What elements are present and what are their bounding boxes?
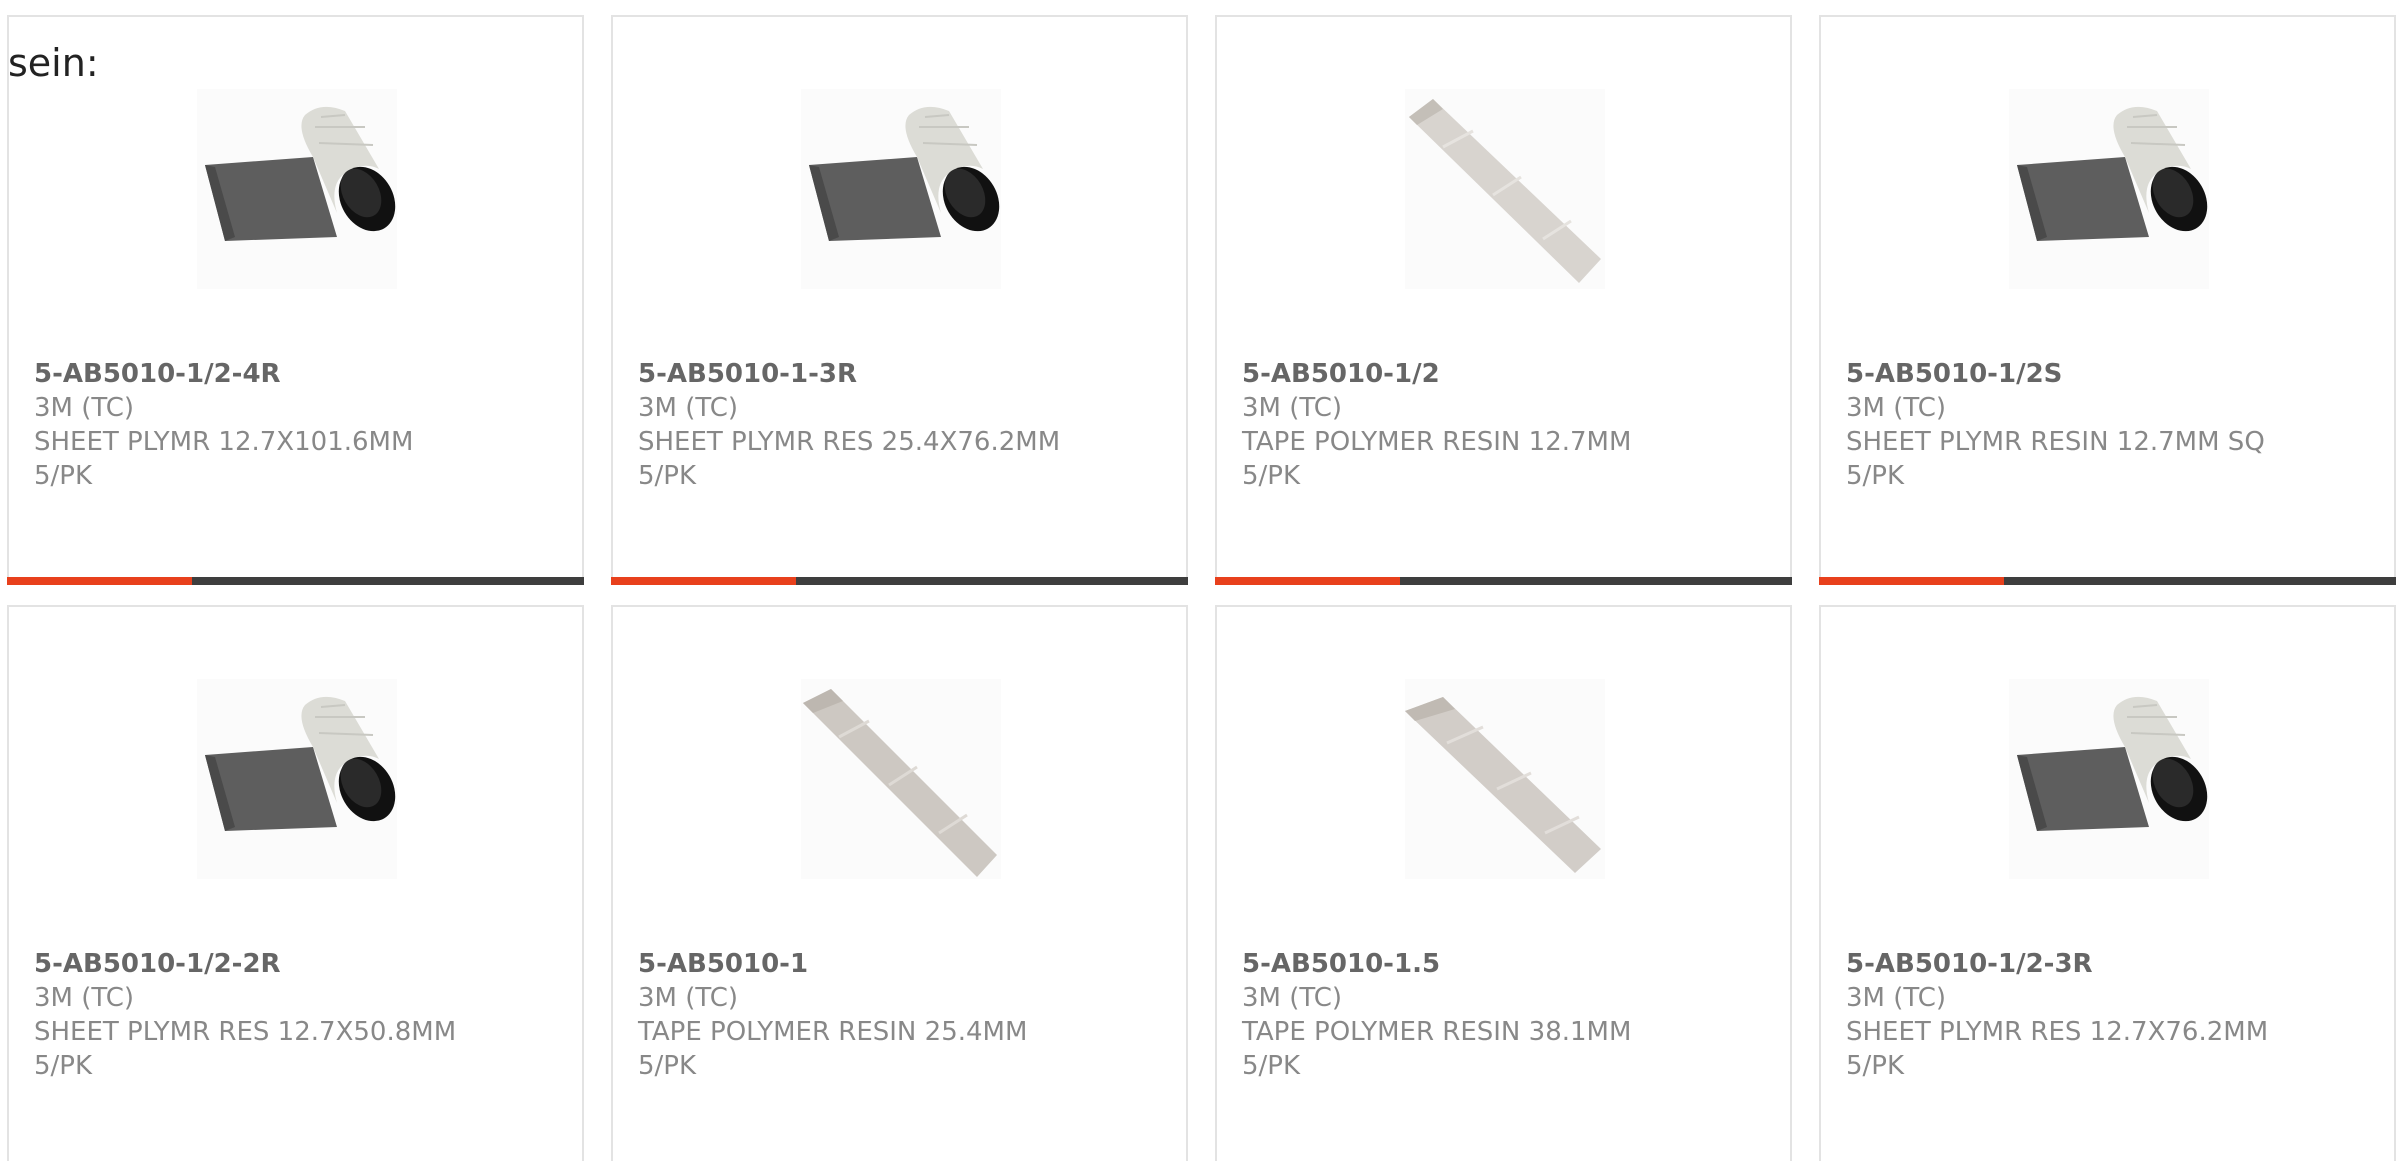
pack-size: 5/PK [34,1051,93,1081]
pack-size: 5/PK [34,461,93,491]
progress-fill [7,577,192,585]
part-number[interactable]: 5-AB5010-1/2-4R [34,357,564,391]
tape-strip-image [799,677,1003,881]
product-description: TAPE POLYMER RESIN 38.1MM [1242,1017,1632,1047]
part-number[interactable]: 5-AB5010-1-3R [638,357,1168,391]
product-card[interactable]: 5-AB5010-1-3R 3M (TC) SHEET PLYMR RES 25… [611,15,1188,585]
progress-fill [611,577,796,585]
product-card[interactable]: 5-AB5010-1/2S 3M (TC) SHEET PLYMR RESIN … [1819,15,2396,585]
part-number[interactable]: 5-AB5010-1 [638,947,1168,981]
pack-size: 5/PK [638,1051,697,1081]
progress-bar [611,577,1188,585]
brand-label: 3M (TC) [638,983,739,1013]
sheet-roll-image [195,677,399,881]
pack-size: 5/PK [1242,461,1301,491]
progress-bar [7,577,584,585]
sheet-roll-image [2007,677,2211,881]
product-description: SHEET PLYMR RES 12.7X50.8MM [34,1017,457,1047]
brand-label: 3M (TC) [34,983,135,1013]
part-number[interactable]: 5-AB5010-1/2S [1846,357,2376,391]
pack-size: 5/PK [1846,461,1905,491]
part-number[interactable]: 5-AB5010-1/2-3R [1846,947,2376,981]
brand-label: 3M (TC) [1242,983,1343,1013]
sheet-roll-image [2007,87,2211,291]
sheet-roll-image [195,87,399,291]
product-description: SHEET PLYMR RES 12.7X76.2MM [1846,1017,2269,1047]
tape-strip-image [1403,87,1607,291]
product-card[interactable]: 5-AB5010-1.5 3M (TC) TAPE POLYMER RESIN … [1215,605,1792,1161]
product-description: TAPE POLYMER RESIN 12.7MM [1242,427,1632,457]
progress-fill [1819,577,2004,585]
product-description: SHEET PLYMR 12.7X101.6MM [34,427,414,457]
part-number[interactable]: 5-AB5010-1/2 [1242,357,1772,391]
progress-bar [1819,577,2396,585]
part-number[interactable]: 5-AB5010-1.5 [1242,947,1772,981]
product-description: TAPE POLYMER RESIN 25.4MM [638,1017,1028,1047]
intro-text: sein: [8,41,99,85]
product-grid: 5-AB5010-1/2-4R 3M (TC) SHEET PLYMR 12.7… [0,0,2400,1161]
pack-size: 5/PK [638,461,697,491]
brand-label: 3M (TC) [1242,393,1343,423]
sheet-roll-image [799,87,1003,291]
progress-bar [1215,577,1792,585]
brand-label: 3M (TC) [1846,393,1947,423]
brand-label: 3M (TC) [1846,983,1947,1013]
brand-label: 3M (TC) [34,393,135,423]
product-description: SHEET PLYMR RESIN 12.7MM SQ [1846,427,2265,457]
pack-size: 5/PK [1242,1051,1301,1081]
product-card[interactable]: 5-AB5010-1/2-2R 3M (TC) SHEET PLYMR RES … [7,605,584,1161]
product-card[interactable]: 5-AB5010-1/2-4R 3M (TC) SHEET PLYMR 12.7… [7,15,584,585]
tape-strip-image [1403,677,1607,881]
product-description: SHEET PLYMR RES 25.4X76.2MM [638,427,1061,457]
brand-label: 3M (TC) [638,393,739,423]
pack-size: 5/PK [1846,1051,1905,1081]
product-card[interactable]: 5-AB5010-1 3M (TC) TAPE POLYMER RESIN 25… [611,605,1188,1161]
product-card[interactable]: 5-AB5010-1/2 3M (TC) TAPE POLYMER RESIN … [1215,15,1792,585]
product-card[interactable]: 5-AB5010-1/2-3R 3M (TC) SHEET PLYMR RES … [1819,605,2396,1161]
part-number[interactable]: 5-AB5010-1/2-2R [34,947,564,981]
progress-fill [1215,577,1400,585]
